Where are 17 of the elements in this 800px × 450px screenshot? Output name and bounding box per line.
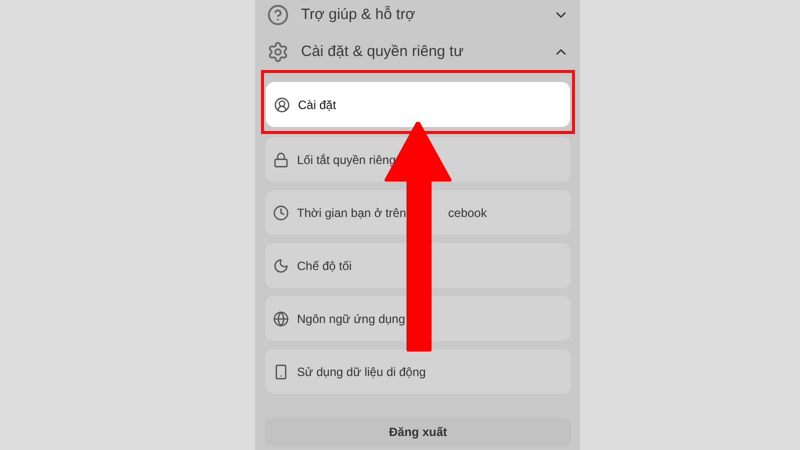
user-icon bbox=[274, 96, 290, 112]
globe-icon bbox=[273, 310, 289, 326]
help-icon bbox=[267, 4, 289, 26]
moon-icon bbox=[273, 258, 289, 274]
logout-button[interactable]: Đăng xuất bbox=[265, 418, 571, 446]
settings-icon bbox=[267, 40, 289, 62]
menu-item[interactable]: Cài đặt bbox=[266, 82, 570, 127]
lock-icon bbox=[273, 152, 289, 168]
menu-item[interactable]: Sử dụng dữ liệu di động bbox=[265, 349, 571, 394]
menu-item-text: cebook bbox=[448, 206, 487, 220]
menu-item[interactable]: Thời gian bạn ở trên cebook bbox=[265, 190, 571, 235]
menu-item[interactable]: Ngôn ngữ ứng dụng bbox=[265, 296, 571, 341]
phone-icon bbox=[273, 364, 289, 380]
clock-icon bbox=[273, 204, 289, 220]
section-title[interactable]: Cài đặt & quyền riêng tư bbox=[301, 43, 541, 60]
menu-item[interactable]: Chế độ tối bbox=[265, 243, 571, 288]
section-title[interactable]: Trợ giúp & hỗ trợ bbox=[301, 6, 541, 23]
